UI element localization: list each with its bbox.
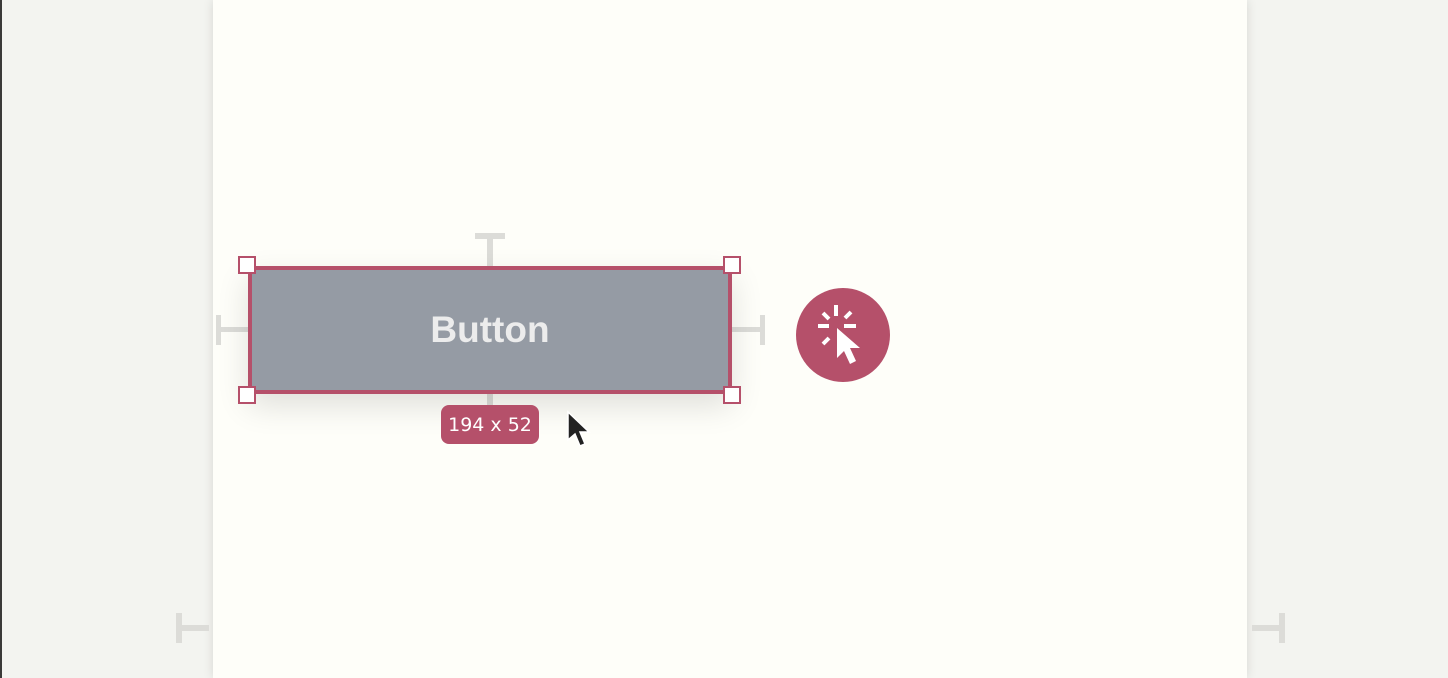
button-label: Button xyxy=(430,309,550,350)
page-guide-right-stem xyxy=(1252,625,1285,631)
resize-handle-top-right[interactable] xyxy=(723,256,741,274)
page-guide-left-stem xyxy=(176,625,209,631)
click-cursor-icon xyxy=(818,305,860,364)
margin-guide-right-stem xyxy=(732,327,764,332)
resize-handle-bottom-left[interactable] xyxy=(238,386,256,404)
size-badge: 194 x 52 xyxy=(441,405,539,444)
margin-guide-left-stem xyxy=(216,327,250,332)
interaction-button[interactable] xyxy=(796,288,890,382)
window-edge xyxy=(0,0,2,678)
mouse-pointer-icon xyxy=(567,410,591,447)
resize-handle-top-left[interactable] xyxy=(238,256,256,274)
selected-button-element[interactable]: Button xyxy=(248,266,732,394)
resize-handle-bottom-right[interactable] xyxy=(723,386,741,404)
margin-guide-top-stem xyxy=(487,233,493,267)
